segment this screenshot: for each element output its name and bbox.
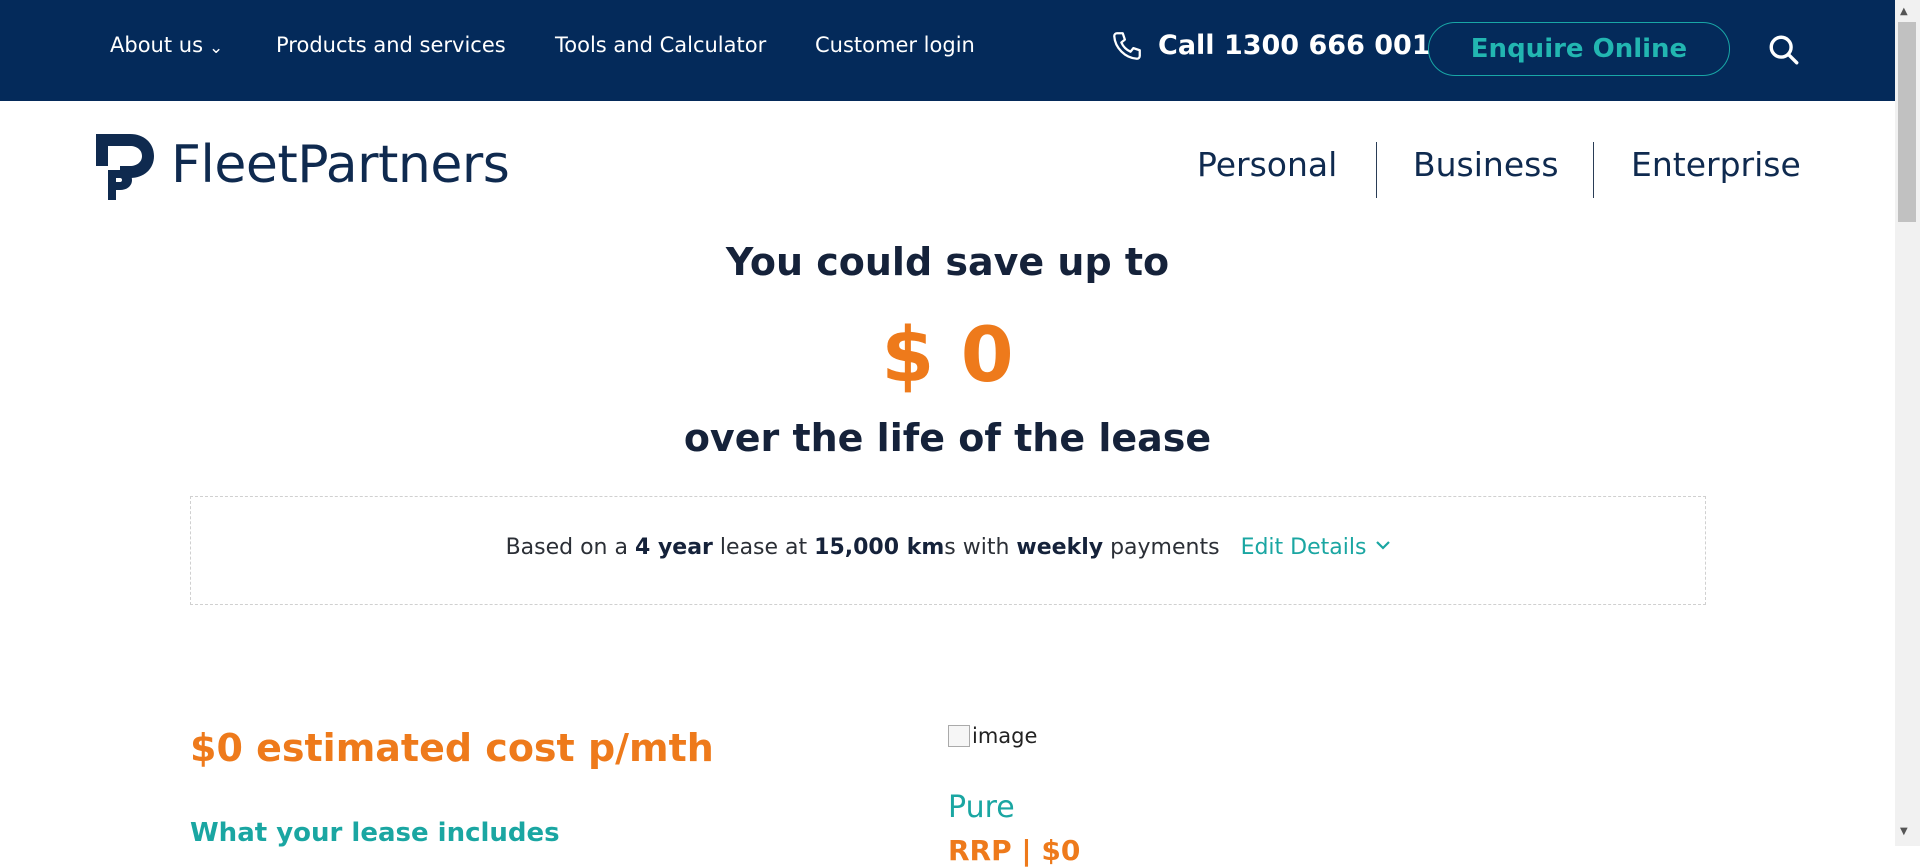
segment-enterprise[interactable]: Enterprise [1631,145,1801,184]
lease-kilometres: 15,000 km [814,535,945,560]
lease-text: lease at [719,535,808,560]
savings-subheading: over the life of the lease [683,416,1212,460]
broken-image-icon [948,725,970,747]
fleetpartners-logo-icon[interactable] [94,132,156,202]
savings-amount: $ 0 [881,310,1014,399]
nav-about-us[interactable]: About us ⌄ [110,33,224,58]
segment-divider [1593,142,1594,198]
scrollbar-thumb[interactable] [1898,22,1916,222]
search-icon[interactable] [1767,33,1801,67]
vehicle-variant: Pure [948,790,1015,825]
lease-summary: Based on a 4 year lease at 15,000 kms wi… [191,535,1705,560]
lease-term: 4 year [634,535,713,560]
segment-divider [1376,142,1377,198]
nav-products-and-services[interactable]: Products and services [276,33,506,57]
scroll-up-arrow-icon[interactable]: ▲ [1900,6,1908,17]
vehicle-rrp: RRP | $0 [948,834,1081,867]
estimated-monthly-cost: $0 estimated cost p/mth [190,726,714,770]
call-phone-link[interactable]: Call 1300 666 001 [1158,30,1431,61]
lease-payment-frequency: weekly [1016,535,1104,560]
phone-icon[interactable] [1110,29,1144,63]
vehicle-image: image [948,724,1037,748]
chevron-down-icon: ⌄ [209,38,224,58]
enquire-online-button[interactable]: Enquire Online [1428,22,1730,76]
lease-text: Based on a [505,535,628,560]
lease-text: payments [1110,535,1220,560]
nav-customer-login[interactable]: Customer login [815,33,975,57]
savings-heading: You could save up to [725,240,1170,284]
scroll-down-arrow-icon[interactable]: ▼ [1900,826,1908,837]
vehicle-image-alt: image [972,724,1038,748]
lease-text: s with [944,535,1010,560]
edit-details-link[interactable]: Edit Details [1241,535,1391,560]
nav-about-us-label: About us [110,33,204,57]
brand-name[interactable]: FleetPartners [171,135,510,195]
lease-includes-heading: What your lease includes [190,818,560,848]
lease-details-box: Based on a 4 year lease at 15,000 kms wi… [190,496,1706,605]
edit-details-label: Edit Details [1240,535,1367,560]
segment-personal[interactable]: Personal [1197,145,1337,184]
segment-business[interactable]: Business [1413,145,1559,184]
nav-tools-and-calculator[interactable]: Tools and Calculator [555,33,766,57]
chevron-down-icon [1376,541,1391,550]
